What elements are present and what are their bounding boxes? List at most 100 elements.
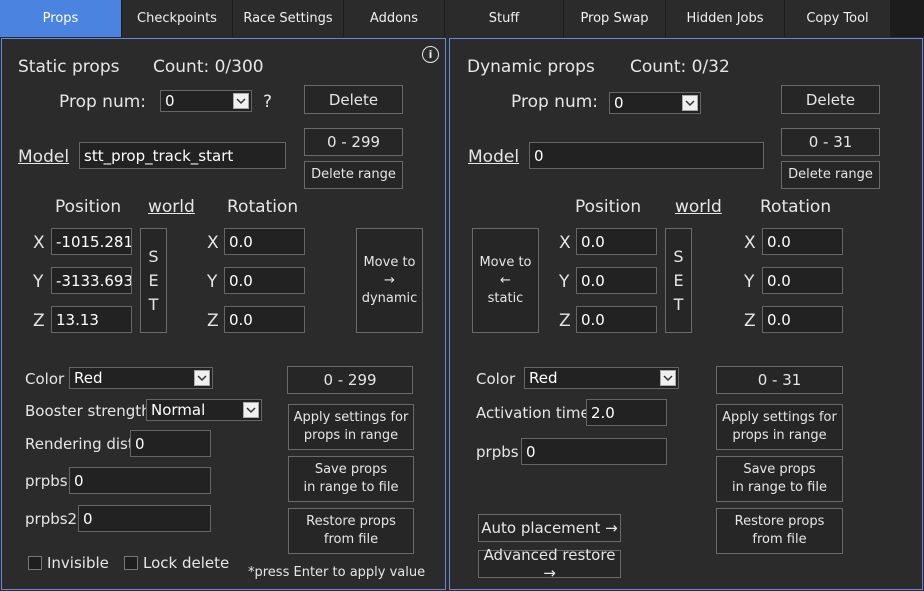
arrow-left-icon: ← bbox=[500, 272, 511, 288]
dynamic-rotation-label: Rotation bbox=[760, 197, 832, 217]
dynamic-delete-range-button[interactable]: Delete range bbox=[781, 161, 880, 189]
dynamic-prpbs-label: prpbs bbox=[476, 443, 519, 461]
tab-copy-tool[interactable]: Copy Tool bbox=[785, 0, 890, 37]
dynamic-delete-button[interactable]: Delete bbox=[781, 85, 880, 114]
static-pos-y-label: Y bbox=[33, 272, 44, 292]
enter-note: *press Enter to apply value bbox=[248, 565, 426, 580]
static-model-input[interactable]: stt_prop_track_start bbox=[79, 142, 286, 169]
booster-dropdown[interactable]: Normal bbox=[146, 399, 262, 421]
dynamic-color-dropdown[interactable]: Red bbox=[524, 367, 679, 389]
static-color-dropdown[interactable]: Red bbox=[69, 367, 213, 389]
static-rot-y-input[interactable]: 0.0 bbox=[224, 267, 305, 294]
static-prpbs-input[interactable]: 0 bbox=[69, 467, 211, 494]
dynamic-range-box: 0 - 31 bbox=[716, 366, 843, 394]
auto-placement-button[interactable]: Auto placement → bbox=[478, 514, 621, 542]
dynamic-position-label: Position bbox=[575, 197, 642, 217]
static-title: Static props bbox=[18, 57, 120, 77]
static-restore-props-button[interactable]: Restore props from file bbox=[288, 508, 414, 554]
dynamic-title: Dynamic props bbox=[467, 57, 595, 77]
dynamic-pos-z-label: Z bbox=[559, 311, 571, 331]
set-letter: T bbox=[673, 294, 684, 314]
static-pos-z-input[interactable]: 13.13 bbox=[51, 306, 132, 333]
static-set-button[interactable]: S E T bbox=[140, 228, 167, 333]
dynamic-rot-y-input[interactable]: 0.0 bbox=[762, 267, 843, 294]
btn-line: in range to file bbox=[732, 480, 827, 495]
lock-delete-label: Lock delete bbox=[143, 554, 230, 572]
tab-props[interactable]: Props bbox=[0, 0, 121, 37]
dynamic-prop-num-label: Prop num: bbox=[511, 92, 599, 112]
prpbs2-input[interactable]: 0 bbox=[78, 505, 211, 532]
dynamic-rot-x-label: X bbox=[744, 233, 756, 253]
dynamic-apply-settings-button[interactable]: Apply settings for props in range bbox=[716, 404, 843, 450]
btn-line: Apply settings for bbox=[293, 410, 409, 425]
static-prop-num-label: Prop num: bbox=[59, 92, 147, 112]
btn-line: Apply settings for bbox=[722, 410, 837, 425]
prpbs2-label: prpbs2 bbox=[25, 510, 78, 528]
static-save-props-button[interactable]: Save props in range to file bbox=[288, 456, 414, 502]
static-help-mark[interactable]: ? bbox=[263, 92, 272, 112]
invisible-checkbox[interactable] bbox=[28, 556, 42, 570]
static-rot-z-input[interactable]: 0.0 bbox=[224, 306, 305, 333]
static-pos-x-input[interactable]: -1015.281 bbox=[51, 228, 132, 255]
set-letter: S bbox=[148, 246, 159, 266]
dynamic-prpbs-input[interactable]: 0 bbox=[521, 438, 667, 465]
btn-line: Save props bbox=[314, 462, 388, 477]
tab-hidden-jobs[interactable]: Hidden Jobs bbox=[666, 0, 784, 37]
btn-line: Save props bbox=[743, 462, 816, 477]
static-delete-button[interactable]: Delete bbox=[304, 85, 403, 114]
tab-addons[interactable]: Addons bbox=[344, 0, 444, 37]
lock-delete-checkbox[interactable] bbox=[124, 556, 138, 570]
dynamic-rot-y-label: Y bbox=[744, 272, 755, 292]
render-dist-input[interactable]: 0 bbox=[130, 430, 211, 457]
static-position-label: Position bbox=[55, 197, 122, 217]
dynamic-save-props-button[interactable]: Save props in range to file bbox=[716, 456, 843, 502]
btn-line: from file bbox=[323, 532, 379, 547]
advanced-restore-button[interactable]: Advanced restore → bbox=[478, 546, 621, 582]
static-rot-x-input[interactable]: 0.0 bbox=[224, 228, 305, 255]
dynamic-model-input[interactable]: 0 bbox=[529, 142, 764, 169]
static-prpbs-label: prpbs bbox=[25, 472, 68, 490]
btn-line: Restore props bbox=[734, 514, 825, 529]
chevron-down-icon bbox=[660, 370, 676, 386]
dynamic-set-button[interactable]: S E T bbox=[665, 228, 692, 333]
static-pos-y-input[interactable]: -3133.693 bbox=[51, 267, 132, 294]
invisible-label: Invisible bbox=[47, 554, 109, 572]
dynamic-world-toggle[interactable]: world bbox=[675, 197, 722, 217]
move-to-dynamic-button[interactable]: Move to → dynamic bbox=[356, 228, 423, 333]
dynamic-pos-z-input[interactable]: 0.0 bbox=[576, 306, 657, 333]
static-model-label[interactable]: Model bbox=[18, 147, 69, 167]
tab-checkpoints[interactable]: Checkpoints bbox=[122, 0, 232, 37]
tab-prop-swap[interactable]: Prop Swap bbox=[564, 0, 665, 37]
render-dist-label: Rendering dist bbox=[25, 435, 134, 453]
dynamic-rot-x-input[interactable]: 0.0 bbox=[762, 228, 843, 255]
dynamic-restore-props-button[interactable]: Restore props from file bbox=[716, 508, 843, 554]
btn-line: from file bbox=[752, 532, 807, 547]
activation-time-label: Activation time bbox=[476, 404, 590, 422]
static-world-toggle[interactable]: world bbox=[148, 197, 195, 217]
static-count: Count: 0/300 bbox=[153, 57, 264, 77]
dynamic-pos-y-input[interactable]: 0.0 bbox=[576, 267, 657, 294]
static-delete-range-button[interactable]: Delete range bbox=[304, 161, 403, 189]
static-pos-z-label: Z bbox=[33, 311, 45, 331]
set-letter: T bbox=[148, 294, 159, 314]
dynamic-range-hint: 0 - 31 bbox=[781, 128, 880, 156]
btn-line: Restore props bbox=[306, 514, 396, 529]
btn-line: props in range bbox=[303, 428, 399, 443]
activation-time-input[interactable]: 2.0 bbox=[586, 399, 667, 426]
static-prop-num-dropdown[interactable]: 0 bbox=[160, 90, 252, 112]
static-apply-settings-button[interactable]: Apply settings for props in range bbox=[288, 404, 414, 450]
dynamic-rot-z-input[interactable]: 0.0 bbox=[762, 306, 843, 333]
dynamic-pos-x-label: X bbox=[559, 233, 571, 253]
move-label: Move to bbox=[479, 254, 532, 270]
move-to-static-button[interactable]: Move to ← static bbox=[472, 228, 539, 333]
dynamic-rot-z-label: Z bbox=[744, 311, 756, 331]
dynamic-pos-x-input[interactable]: 0.0 bbox=[576, 228, 657, 255]
move-label: dynamic bbox=[361, 290, 418, 306]
info-icon[interactable]: i bbox=[422, 46, 439, 63]
tab-stuff[interactable]: Stuff bbox=[445, 0, 563, 37]
dynamic-model-label[interactable]: Model bbox=[468, 147, 519, 167]
static-rot-y-label: Y bbox=[207, 272, 218, 292]
dynamic-prop-num-dropdown[interactable]: 0 bbox=[609, 92, 701, 114]
tab-race-settings[interactable]: Race Settings bbox=[233, 0, 343, 37]
arrow-right-icon: → bbox=[384, 272, 395, 288]
